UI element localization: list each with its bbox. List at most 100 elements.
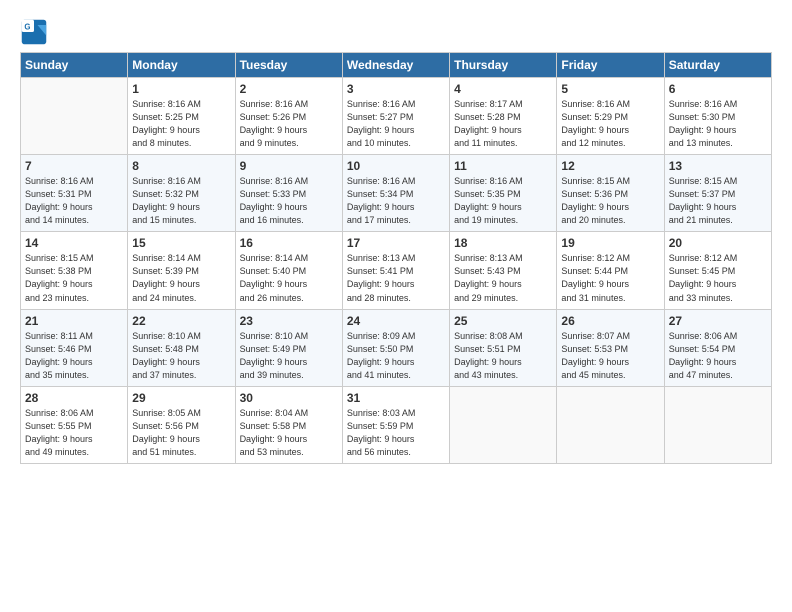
header-row: G <box>20 18 772 46</box>
calendar-cell: 15 Sunrise: 8:14 AM Sunset: 5:39 PM Dayli… <box>128 232 235 309</box>
day-number: 12 <box>561 159 659 173</box>
calendar-cell: 31 Sunrise: 8:03 AM Sunset: 5:59 PM Dayli… <box>342 386 449 463</box>
logo: G <box>20 18 50 46</box>
weekday-header: Saturday <box>664 53 771 78</box>
day-detail: Sunrise: 8:12 AM Sunset: 5:45 PM Dayligh… <box>669 252 767 304</box>
calendar-cell: 14 Sunrise: 8:15 AM Sunset: 5:38 PM Dayli… <box>21 232 128 309</box>
calendar-cell: 22Sunrise: 8:10 AM Sunset: 5:48 PM Dayli… <box>128 309 235 386</box>
day-detail: Sunrise: 8:16 AM Sunset: 5:26 PM Dayligh… <box>240 98 338 150</box>
calendar-cell <box>450 386 557 463</box>
calendar-cell: 8 Sunrise: 8:16 AM Sunset: 5:32 PM Daylig… <box>128 155 235 232</box>
weekday-header: Monday <box>128 53 235 78</box>
day-detail: Sunrise: 8:06 AM Sunset: 5:55 PM Dayligh… <box>25 407 123 459</box>
calendar-cell: 5 Sunrise: 8:16 AM Sunset: 5:29 PM Daylig… <box>557 78 664 155</box>
calendar-week-row: 14 Sunrise: 8:15 AM Sunset: 5:38 PM Dayli… <box>21 232 772 309</box>
day-number: 17 <box>347 236 445 250</box>
day-number: 14 <box>25 236 123 250</box>
calendar-cell <box>557 386 664 463</box>
calendar-cell: 6 Sunrise: 8:16 AM Sunset: 5:30 PM Daylig… <box>664 78 771 155</box>
day-detail: Sunrise: 8:05 AM Sunset: 5:56 PM Dayligh… <box>132 407 230 459</box>
calendar-cell: 17Sunrise: 8:13 AM Sunset: 5:41 PM Dayli… <box>342 232 449 309</box>
weekday-header: Friday <box>557 53 664 78</box>
day-detail: Sunrise: 8:03 AM Sunset: 5:59 PM Dayligh… <box>347 407 445 459</box>
day-number: 26 <box>561 314 659 328</box>
calendar-week-row: 21 Sunrise: 8:11 AM Sunset: 5:46 PM Dayli… <box>21 309 772 386</box>
calendar-cell: 11Sunrise: 8:16 AM Sunset: 5:35 PM Dayli… <box>450 155 557 232</box>
day-number: 22 <box>132 314 230 328</box>
day-detail: Sunrise: 8:07 AM Sunset: 5:53 PM Dayligh… <box>561 330 659 382</box>
day-number: 25 <box>454 314 552 328</box>
day-number: 23 <box>240 314 338 328</box>
day-number: 5 <box>561 82 659 96</box>
day-number: 6 <box>669 82 767 96</box>
day-number: 1 <box>132 82 230 96</box>
day-detail: Sunrise: 8:14 AM Sunset: 5:39 PM Dayligh… <box>132 252 230 304</box>
day-number: 21 <box>25 314 123 328</box>
day-detail: Sunrise: 8:16 AM Sunset: 5:29 PM Dayligh… <box>561 98 659 150</box>
calendar-cell: 27Sunrise: 8:06 AM Sunset: 5:54 PM Dayli… <box>664 309 771 386</box>
calendar-cell: 16 Sunrise: 8:14 AM Sunset: 5:40 PM Dayli… <box>235 232 342 309</box>
day-number: 10 <box>347 159 445 173</box>
day-detail: Sunrise: 8:10 AM Sunset: 5:49 PM Dayligh… <box>240 330 338 382</box>
calendar-cell: 3 Sunrise: 8:16 AM Sunset: 5:27 PM Daylig… <box>342 78 449 155</box>
day-detail: Sunrise: 8:17 AM Sunset: 5:28 PM Dayligh… <box>454 98 552 150</box>
day-number: 15 <box>132 236 230 250</box>
day-number: 27 <box>669 314 767 328</box>
logo-icon: G <box>20 18 48 46</box>
day-number: 20 <box>669 236 767 250</box>
day-detail: Sunrise: 8:11 AM Sunset: 5:46 PM Dayligh… <box>25 330 123 382</box>
day-number: 31 <box>347 391 445 405</box>
day-number: 9 <box>240 159 338 173</box>
day-number: 28 <box>25 391 123 405</box>
calendar-header: SundayMondayTuesdayWednesdayThursdayFrid… <box>21 53 772 78</box>
calendar-cell: 12Sunrise: 8:15 AM Sunset: 5:36 PM Dayli… <box>557 155 664 232</box>
calendar-cell: 1Sunrise: 8:16 AM Sunset: 5:25 PM Daylig… <box>128 78 235 155</box>
weekday-header: Thursday <box>450 53 557 78</box>
calendar-cell: 25 Sunrise: 8:08 AM Sunset: 5:51 PM Dayli… <box>450 309 557 386</box>
calendar-table: SundayMondayTuesdayWednesdayThursdayFrid… <box>20 52 772 464</box>
weekday-header: Wednesday <box>342 53 449 78</box>
calendar-cell: 9Sunrise: 8:16 AM Sunset: 5:33 PM Daylig… <box>235 155 342 232</box>
weekday-header: Tuesday <box>235 53 342 78</box>
day-detail: Sunrise: 8:14 AM Sunset: 5:40 PM Dayligh… <box>240 252 338 304</box>
calendar-cell <box>664 386 771 463</box>
day-detail: Sunrise: 8:16 AM Sunset: 5:34 PM Dayligh… <box>347 175 445 227</box>
day-number: 16 <box>240 236 338 250</box>
day-number: 8 <box>132 159 230 173</box>
calendar-cell: 30 Sunrise: 8:04 AM Sunset: 5:58 PM Dayli… <box>235 386 342 463</box>
day-detail: Sunrise: 8:04 AM Sunset: 5:58 PM Dayligh… <box>240 407 338 459</box>
day-number: 30 <box>240 391 338 405</box>
calendar-cell: 13Sunrise: 8:15 AM Sunset: 5:37 PM Dayli… <box>664 155 771 232</box>
day-detail: Sunrise: 8:13 AM Sunset: 5:43 PM Dayligh… <box>454 252 552 304</box>
day-detail: Sunrise: 8:12 AM Sunset: 5:44 PM Dayligh… <box>561 252 659 304</box>
calendar-cell: 21 Sunrise: 8:11 AM Sunset: 5:46 PM Dayli… <box>21 309 128 386</box>
calendar-cell: 29 Sunrise: 8:05 AM Sunset: 5:56 PM Dayli… <box>128 386 235 463</box>
day-detail: Sunrise: 8:15 AM Sunset: 5:38 PM Dayligh… <box>25 252 123 304</box>
calendar-cell: 24Sunrise: 8:09 AM Sunset: 5:50 PM Dayli… <box>342 309 449 386</box>
calendar-container: G SundayMondayTuesdayWednesdayThursdayFr… <box>0 0 792 474</box>
day-detail: Sunrise: 8:08 AM Sunset: 5:51 PM Dayligh… <box>454 330 552 382</box>
day-number: 7 <box>25 159 123 173</box>
calendar-cell: 4Sunrise: 8:17 AM Sunset: 5:28 PM Daylig… <box>450 78 557 155</box>
calendar-cell: 19Sunrise: 8:12 AM Sunset: 5:44 PM Dayli… <box>557 232 664 309</box>
calendar-cell: 2Sunrise: 8:16 AM Sunset: 5:26 PM Daylig… <box>235 78 342 155</box>
day-number: 3 <box>347 82 445 96</box>
day-detail: Sunrise: 8:16 AM Sunset: 5:30 PM Dayligh… <box>669 98 767 150</box>
day-detail: Sunrise: 8:16 AM Sunset: 5:31 PM Dayligh… <box>25 175 123 227</box>
day-detail: Sunrise: 8:09 AM Sunset: 5:50 PM Dayligh… <box>347 330 445 382</box>
calendar-cell: 26 Sunrise: 8:07 AM Sunset: 5:53 PM Dayli… <box>557 309 664 386</box>
day-number: 18 <box>454 236 552 250</box>
day-detail: Sunrise: 8:16 AM Sunset: 5:35 PM Dayligh… <box>454 175 552 227</box>
calendar-cell: 28 Sunrise: 8:06 AM Sunset: 5:55 PM Dayli… <box>21 386 128 463</box>
day-number: 29 <box>132 391 230 405</box>
calendar-week-row: 28 Sunrise: 8:06 AM Sunset: 5:55 PM Dayli… <box>21 386 772 463</box>
calendar-cell: 23 Sunrise: 8:10 AM Sunset: 5:49 PM Dayli… <box>235 309 342 386</box>
day-detail: Sunrise: 8:16 AM Sunset: 5:27 PM Dayligh… <box>347 98 445 150</box>
calendar-cell: 18 Sunrise: 8:13 AM Sunset: 5:43 PM Dayli… <box>450 232 557 309</box>
calendar-week-row: 7 Sunrise: 8:16 AM Sunset: 5:31 PM Daylig… <box>21 155 772 232</box>
day-detail: Sunrise: 8:16 AM Sunset: 5:32 PM Dayligh… <box>132 175 230 227</box>
weekday-header: Sunday <box>21 53 128 78</box>
day-number: 13 <box>669 159 767 173</box>
calendar-cell: 7 Sunrise: 8:16 AM Sunset: 5:31 PM Daylig… <box>21 155 128 232</box>
calendar-week-row: 1Sunrise: 8:16 AM Sunset: 5:25 PM Daylig… <box>21 78 772 155</box>
